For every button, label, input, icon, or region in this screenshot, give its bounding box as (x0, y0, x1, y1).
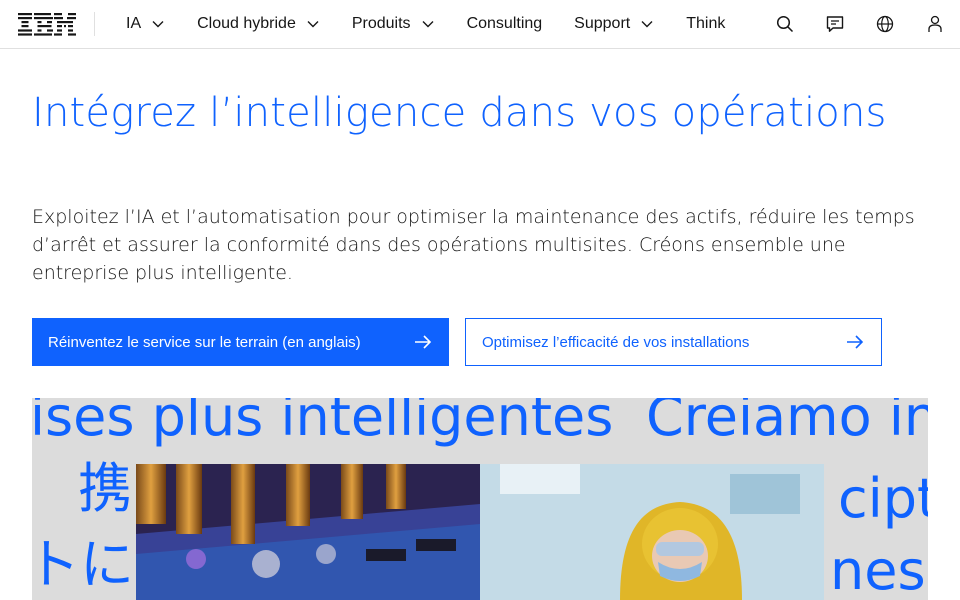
top-navigation: IA Cloud hybride Produits Consulting Sup… (0, 0, 960, 49)
contact-button[interactable] (810, 0, 860, 48)
nav-item-ia[interactable]: IA (110, 0, 181, 48)
chevron-down-icon (641, 21, 653, 28)
nav-utility-icons (760, 0, 960, 48)
media-text: 携 (78, 457, 132, 520)
ibm-logo-mark (18, 13, 76, 36)
media-text: トに (32, 533, 134, 596)
circuit-board-illustration (136, 464, 480, 600)
chat-icon (826, 16, 844, 32)
button-label: Optimisez l’efficacité de vos installati… (482, 333, 750, 351)
media-text: ises plus intelligentes (32, 398, 614, 448)
page-title: Intégrez l’intelligence dans vos opérati… (32, 90, 887, 136)
nav-item-think[interactable]: Think (670, 0, 741, 48)
hero-media: ises plus intelligentes Creiamo in 携 トに … (32, 398, 928, 600)
arrow-right-icon (847, 335, 864, 349)
nav-item-consulting[interactable]: Consulting (451, 0, 559, 48)
circuit-board-photo (136, 464, 480, 600)
nav-item-label: Produits (351, 15, 411, 32)
nav-item-support[interactable]: Support (558, 0, 670, 48)
nav-item-label: IA (126, 15, 142, 32)
nav-item-label: Cloud hybride (197, 15, 296, 32)
nav-menu: IA Cloud hybride Produits Consulting Sup… (110, 0, 741, 48)
language-button[interactable] (860, 0, 910, 48)
nav-item-label: Think (686, 15, 726, 32)
user-account-button[interactable] (910, 0, 960, 48)
media-text: ness (830, 539, 928, 600)
nav-item-produits[interactable]: Produits (336, 0, 451, 48)
chevron-down-icon (152, 21, 164, 28)
user-icon (928, 15, 942, 32)
media-text: Creiamo in (646, 398, 928, 448)
field-service-cta-button[interactable]: Réinventez le service sur le terrain (en… (32, 318, 449, 366)
arrow-right-icon (415, 335, 432, 349)
search-icon (776, 15, 794, 33)
lab-worker-illustration (480, 464, 824, 600)
nav-item-label: Consulting (466, 15, 543, 32)
chevron-down-icon (307, 21, 319, 28)
media-text: cipt (838, 467, 928, 530)
button-label: Réinventez le service sur le terrain (en… (48, 333, 361, 351)
ibm-logo[interactable] (18, 13, 76, 36)
nav-item-label: Support (574, 15, 631, 32)
facility-efficiency-cta-button[interactable]: Optimisez l’efficacité de vos installati… (465, 318, 882, 366)
search-button[interactable] (760, 0, 810, 48)
globe-icon (876, 15, 894, 33)
nav-divider (94, 12, 95, 36)
chevron-down-icon (422, 21, 434, 28)
nav-item-cloud-hybride[interactable]: Cloud hybride (181, 0, 336, 48)
lab-worker-photo (480, 464, 824, 600)
hero-description: Exploitez l’IA et l’automatisation pour … (32, 206, 915, 284)
